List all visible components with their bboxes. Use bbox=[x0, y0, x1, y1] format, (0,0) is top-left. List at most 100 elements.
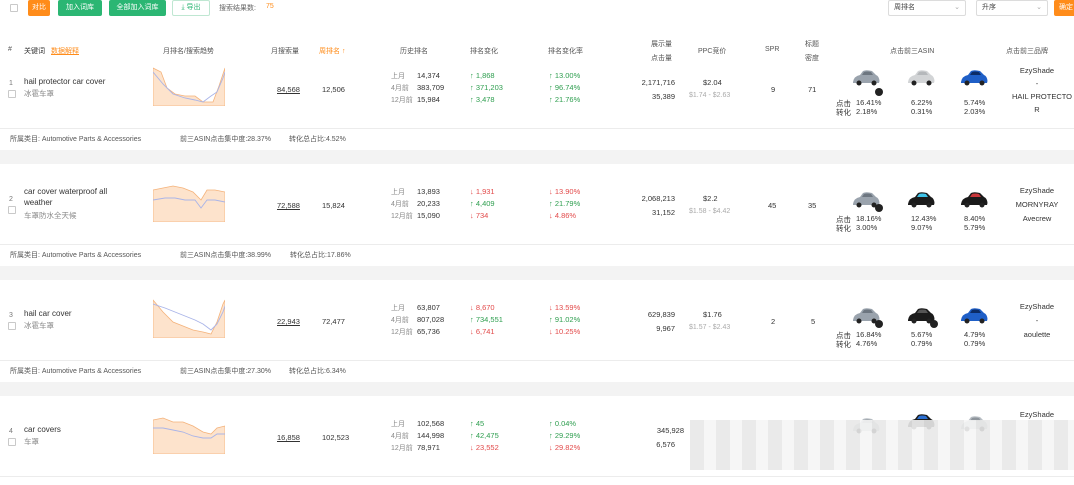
category-label: 所属类目: Automotive Parts & Accessories bbox=[10, 368, 142, 375]
product-thumbnail[interactable] bbox=[851, 68, 881, 88]
col-trend: 月排名/搜索趋势 bbox=[163, 48, 214, 55]
col-rank-change-rate[interactable]: 排名变化率 bbox=[548, 46, 583, 56]
keyword-text[interactable]: hail car cover bbox=[24, 308, 134, 319]
col-weekly-rank[interactable]: 周排名 ↑ bbox=[319, 46, 345, 56]
history-period-label: 4月前 bbox=[391, 201, 409, 208]
blurred-region bbox=[690, 420, 1074, 470]
rank-change-value: ↑ 42,475 bbox=[470, 431, 499, 440]
col-title-density[interactable]: 标题 bbox=[805, 39, 819, 49]
asin-click-share: 6.22% bbox=[911, 98, 933, 107]
product-thumbnail[interactable] bbox=[959, 306, 989, 326]
data-explain-link[interactable]: 数据解释 bbox=[51, 46, 79, 56]
asin-conversion-share: 4.76% bbox=[856, 339, 878, 348]
rank-change-value: ↓ 6,741 bbox=[470, 327, 495, 336]
row-checkbox[interactable] bbox=[8, 90, 16, 98]
category-label: 所属类目: Automotive Parts & Accessories bbox=[10, 252, 142, 259]
keyword-text[interactable]: car cover waterproof all weather bbox=[24, 186, 134, 208]
rank-change-rate-value: ↑ 21.79% bbox=[549, 199, 581, 208]
brand-name: R bbox=[1034, 105, 1040, 114]
confirm-button[interactable]: 确定 bbox=[1054, 0, 1074, 16]
history-period-label: 12月前 bbox=[391, 329, 413, 336]
toolbar: 对比 加入词库 全部加入词库 ⤓ 导出 搜索结果数: 75 周排名 ⌄ 升序 ⌄… bbox=[0, 0, 1074, 18]
select-all-checkbox[interactable] bbox=[10, 4, 18, 12]
monthly-search-value[interactable]: 16,858 bbox=[277, 433, 300, 442]
row-checkbox[interactable] bbox=[8, 206, 16, 214]
brand-name: EzyShade bbox=[1019, 186, 1055, 195]
ppc-value: $2.2 bbox=[703, 194, 718, 203]
asin-conversion-share: 2.03% bbox=[964, 107, 986, 116]
brand-name: - bbox=[1035, 79, 1039, 88]
sort-order-select[interactable]: 升序 ⌄ bbox=[976, 0, 1048, 16]
monthly-search-value[interactable]: 22,943 bbox=[277, 317, 300, 326]
row-index: 3 bbox=[9, 312, 13, 319]
compare-button[interactable]: 对比 bbox=[28, 0, 50, 16]
brand-name: HAIL PROTECTO bbox=[1012, 92, 1073, 101]
history-rank-value: 144,998 bbox=[417, 431, 445, 440]
asin-click-share: 5.74% bbox=[964, 98, 986, 107]
brand-name: EzyShade bbox=[1019, 302, 1055, 311]
col-clicks[interactable]: 点击量 bbox=[651, 53, 672, 63]
category-label: 所属类目: Automotive Parts & Accessories bbox=[10, 136, 142, 143]
col-rank-change[interactable]: 排名变化 bbox=[470, 46, 498, 56]
ppc-range: $1.57 - $2.43 bbox=[689, 324, 731, 331]
brand-name: Avecrew bbox=[1022, 214, 1052, 223]
rank-change-rate-value: ↑ 29.29% bbox=[549, 431, 581, 440]
rank-change-value: ↑ 4,409 bbox=[470, 199, 495, 208]
title-density-value: 71 bbox=[808, 85, 817, 94]
history-period-label: 上月 bbox=[391, 421, 405, 428]
monthly-search-value[interactable]: 84,568 bbox=[277, 85, 300, 94]
row-separator-band bbox=[0, 266, 1074, 280]
row-checkbox[interactable] bbox=[8, 438, 16, 446]
col-monthly-search[interactable]: 月搜索量 bbox=[271, 46, 299, 56]
asin-click-share: 8.40% bbox=[964, 214, 986, 223]
weekly-rank-value: 12,506 bbox=[322, 85, 345, 94]
col-impressions[interactable]: 展示量 bbox=[651, 39, 672, 49]
keyword-text[interactable]: hail protector car cover bbox=[24, 76, 134, 87]
row-checkbox[interactable] bbox=[8, 322, 16, 330]
add-to-library-button[interactable]: 加入词库 bbox=[58, 0, 102, 16]
conversion-label: 转化 bbox=[836, 224, 851, 233]
conversion-label: 转化 bbox=[836, 108, 851, 117]
asin-conversion-share: 0.31% bbox=[911, 107, 933, 116]
history-rank-value: 14,374 bbox=[417, 71, 440, 80]
asin-click-share: 12.43% bbox=[911, 214, 937, 223]
spr-value: 2 bbox=[771, 317, 776, 326]
asin-conversion-share: 5.79% bbox=[964, 223, 986, 232]
sort-field-select[interactable]: 周排名 ⌄ bbox=[888, 0, 966, 16]
col-spr[interactable]: SPR bbox=[765, 46, 779, 53]
rank-change-value: ↓ 1,931 bbox=[470, 187, 495, 196]
add-all-to-library-button[interactable]: 全部加入词库 bbox=[109, 0, 166, 16]
spr-value: 45 bbox=[768, 201, 777, 210]
product-thumbnail[interactable] bbox=[906, 68, 936, 88]
weekly-rank-value: 72,477 bbox=[322, 317, 345, 326]
product-thumbnail[interactable] bbox=[959, 68, 989, 88]
conversion-share-total: 转化总占比:17.86% bbox=[290, 252, 351, 259]
rank-change-value: ↑ 3,478 bbox=[470, 95, 495, 104]
history-rank-value: 15,984 bbox=[417, 95, 440, 104]
product-thumbnail[interactable] bbox=[906, 190, 936, 210]
history-rank-value: 807,028 bbox=[417, 315, 445, 324]
keyword-translation: 冰雹车罩 bbox=[24, 321, 54, 330]
history-period-label: 4月前 bbox=[391, 433, 409, 440]
col-index: # bbox=[8, 46, 12, 53]
ppc-range: $1.58 - $4.42 bbox=[689, 208, 731, 215]
export-button[interactable]: ⤓ 导出 bbox=[172, 0, 210, 16]
history-period-label: 12月前 bbox=[391, 445, 413, 452]
impressions-value: 2,171,716 bbox=[641, 78, 675, 87]
rank-change-rate-value: ↓ 4.86% bbox=[549, 211, 577, 220]
trend-sparkline bbox=[153, 185, 225, 222]
col-keyword[interactable]: 关键词 bbox=[24, 46, 45, 56]
impressions-value: 2,068,213 bbox=[641, 194, 675, 203]
row-index: 1 bbox=[9, 80, 13, 87]
product-thumbnail[interactable] bbox=[959, 190, 989, 210]
title-density-value: 35 bbox=[808, 201, 817, 210]
monthly-search-value[interactable]: 72,588 bbox=[277, 201, 300, 210]
col-ppc[interactable]: PPC竞价 bbox=[698, 46, 726, 56]
history-rank-value: 78,971 bbox=[417, 443, 440, 452]
row-info-divider bbox=[0, 360, 1074, 361]
history-rank-value: 383,709 bbox=[417, 83, 445, 92]
rank-change-value: ↓ 8,670 bbox=[470, 303, 495, 312]
rank-change-value: ↑ 45 bbox=[470, 419, 485, 428]
keyword-text[interactable]: car covers bbox=[24, 424, 134, 435]
chevron-down-icon: ⌄ bbox=[1036, 4, 1042, 11]
